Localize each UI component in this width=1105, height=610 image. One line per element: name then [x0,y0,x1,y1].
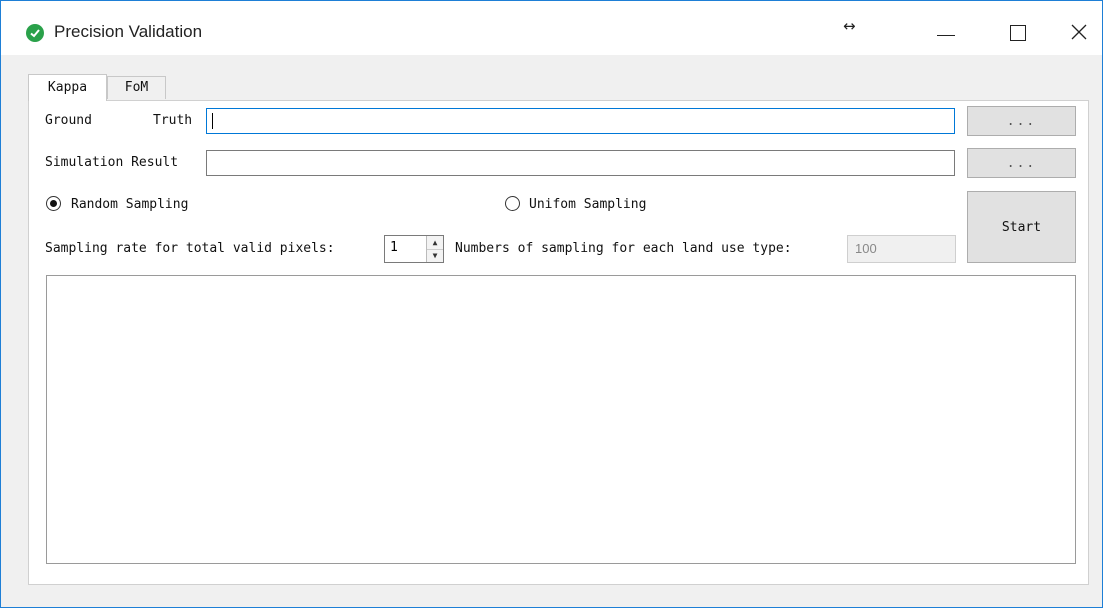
random-sampling-radio[interactable] [46,196,61,211]
sampling-rate-label: Sampling rate for total valid pixels: [45,241,335,256]
triangle-up-icon[interactable]: ▲ [427,236,443,250]
app-window: Precision Validation ↔ Kappa FoM Ground … [0,0,1103,608]
close-button[interactable] [1059,15,1099,49]
num-sampling-field: 100 [847,235,956,263]
start-button[interactable]: Start [967,191,1076,263]
tab-kappa[interactable]: Kappa [28,74,107,101]
ground-truth-label: Ground [45,113,92,128]
horizontal-arrows-icon: ↔ [843,17,856,35]
minimize-icon [937,35,955,36]
ground-truth-browse-button[interactable]: ... [967,106,1076,136]
spin-buttons: ▲ ▼ [426,236,443,262]
random-sampling-label[interactable]: Random Sampling [71,197,188,212]
simulation-result-browse-button[interactable]: ... [967,148,1076,178]
check-circle-icon [26,24,44,42]
output-text-area[interactable] [46,275,1076,564]
minimize-button[interactable] [926,15,966,49]
maximize-icon [1010,25,1026,41]
sampling-rate-spinbox[interactable]: 1 ▲ ▼ [384,235,444,263]
radio-selected-dot [50,200,57,207]
uniform-sampling-label[interactable]: Unifom Sampling [529,197,646,212]
close-icon [1071,24,1087,40]
tab-fom[interactable]: FoM [107,76,166,99]
ground-truth-label-2: Truth [153,113,193,128]
title-bar[interactable]: Precision Validation ↔ [1,1,1102,55]
window-title: Precision Validation [54,22,203,41]
triangle-down-icon[interactable]: ▼ [427,249,443,262]
maximize-button[interactable] [997,15,1037,49]
kappa-panel: Ground Truth ... Simulation Result ... R… [28,100,1089,585]
simulation-result-label: Simulation Result [45,155,179,170]
ground-truth-input[interactable] [206,108,955,134]
num-sampling-label: Numbers of sampling for each land use ty… [455,241,792,256]
text-caret [212,113,213,129]
sampling-rate-value[interactable]: 1 [390,240,398,255]
uniform-sampling-radio[interactable] [505,196,520,211]
client-area: Kappa FoM Ground Truth ... Simulation Re… [10,55,1095,598]
simulation-result-input[interactable] [206,150,955,176]
